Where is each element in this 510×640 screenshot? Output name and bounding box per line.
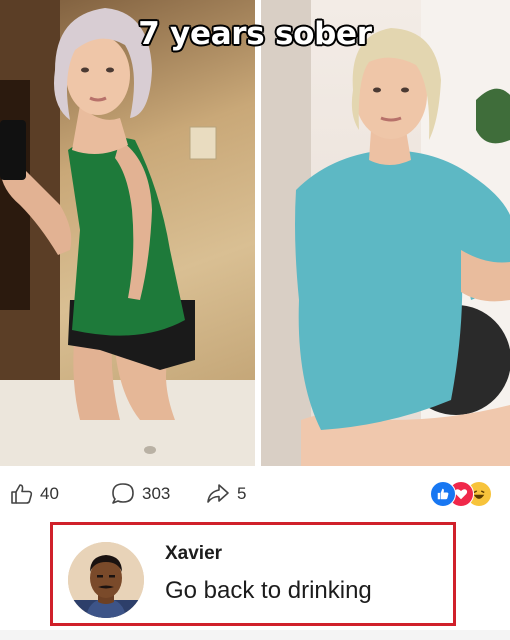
post-actions-bar: 40 303 5 xyxy=(0,466,510,522)
share-button[interactable]: 5 xyxy=(205,482,246,506)
share-arrow-icon xyxy=(207,484,229,503)
reaction-icons[interactable] xyxy=(430,481,502,507)
like-button[interactable]: 40 xyxy=(10,482,59,506)
highlighted-comment: Xavier Go back to drinking xyxy=(50,522,456,626)
avatar[interactable] xyxy=(68,542,144,618)
post-image[interactable]: 7 years sober xyxy=(0,0,510,466)
like-count: 40 xyxy=(40,484,59,503)
share-count: 5 xyxy=(237,484,247,503)
comment-count: 303 xyxy=(142,484,171,503)
after-photo xyxy=(261,0,510,466)
thumbs-up-icon xyxy=(11,484,33,504)
post-caption: 7 years sober xyxy=(138,16,372,52)
divider xyxy=(0,630,510,640)
comment-bubble-icon xyxy=(112,483,134,504)
comment-author[interactable]: Xavier xyxy=(165,543,222,565)
comment-button[interactable]: 303 xyxy=(110,482,170,506)
like-icon xyxy=(430,481,456,507)
comment-text: Go back to drinking xyxy=(165,577,372,604)
before-photo xyxy=(0,0,255,466)
